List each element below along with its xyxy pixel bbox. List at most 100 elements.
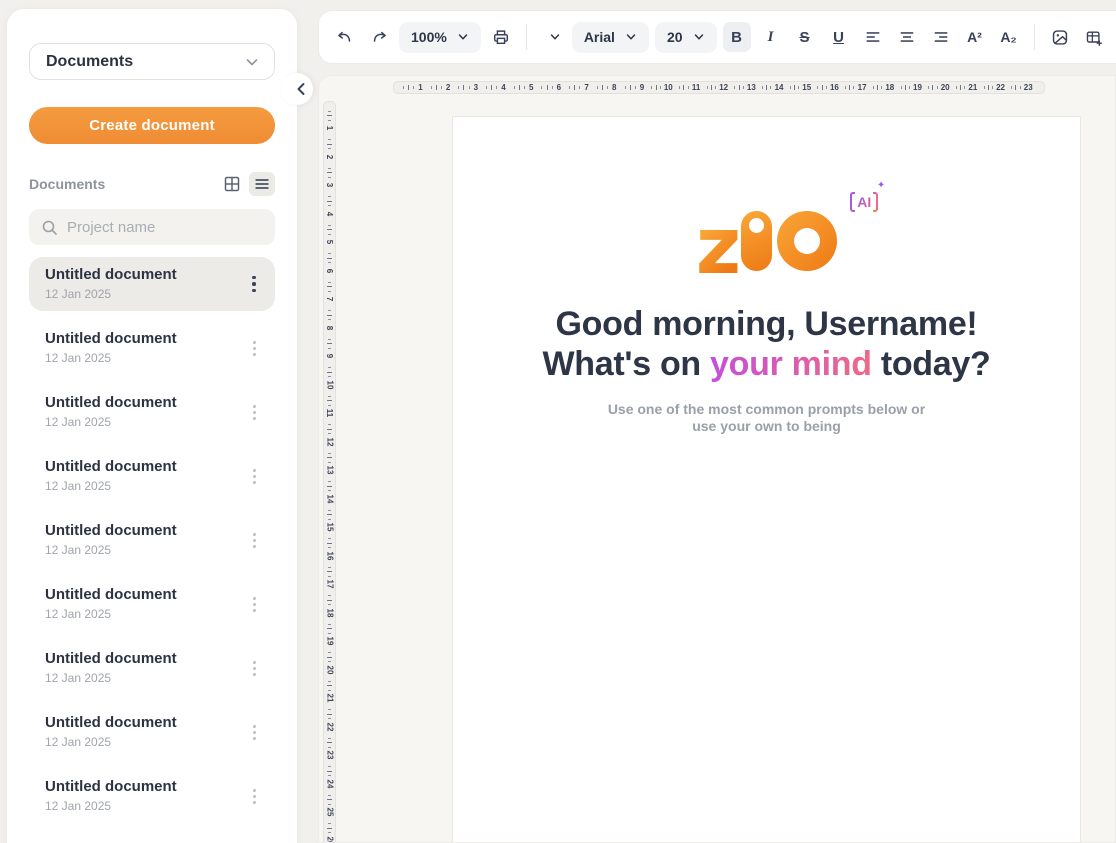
insert-table-button[interactable]	[1080, 22, 1108, 52]
sparkle-icon: ✦	[877, 180, 885, 191]
document-menu-button[interactable]	[243, 330, 265, 366]
document-menu-button[interactable]	[243, 714, 265, 750]
create-document-button[interactable]: Create document	[29, 107, 275, 144]
document-title: Untitled document	[45, 266, 243, 284]
document-menu-button[interactable]	[243, 458, 265, 494]
list-item[interactable]: Untitled document 12 Jan 2025	[29, 641, 275, 695]
font-family-value: Arial	[584, 29, 615, 45]
list-item[interactable]: Untitled document 12 Jan 2025	[29, 513, 275, 567]
document-menu-button[interactable]	[243, 522, 265, 558]
subtitle-line1: Use one of the most common prompts below…	[453, 401, 1080, 418]
list-item[interactable]: Untitled document 12 Jan 2025	[29, 705, 275, 759]
font-family-select[interactable]: Arial	[572, 22, 649, 53]
document-menu-button[interactable]	[243, 650, 265, 686]
document-menu-button[interactable]	[243, 778, 265, 814]
chevron-down-icon	[625, 31, 637, 43]
grid-view-button[interactable]	[219, 172, 245, 196]
document-title: Untitled document	[45, 330, 243, 348]
collapse-sidebar-button[interactable]	[281, 73, 313, 105]
logo-letter-o	[777, 211, 837, 271]
zoom-value: 100%	[411, 29, 447, 45]
redo-button[interactable]	[365, 22, 393, 52]
toolbar-divider	[526, 24, 527, 50]
font-size-select[interactable]: 20	[655, 22, 717, 53]
editor-toolbar: 100% Arial 20 B I S U A² A₂	[318, 10, 1116, 64]
redo-icon	[370, 27, 388, 47]
list-item[interactable]: Untitled document 12 Jan 2025	[29, 577, 275, 631]
image-icon	[1051, 27, 1069, 48]
document-date: 12 Jan 2025	[45, 799, 243, 813]
zoom-select[interactable]: 100%	[399, 22, 481, 53]
documents-section-title: Documents	[29, 176, 215, 192]
sidebar: Documents Create document Documents Unti…	[6, 8, 298, 843]
chevron-down-icon	[244, 54, 260, 70]
document-date: 12 Jan 2025	[45, 415, 243, 429]
search-input[interactable]	[67, 219, 266, 236]
align-left-button[interactable]	[859, 22, 887, 52]
align-right-button[interactable]	[927, 22, 955, 52]
superscript-button[interactable]: A²	[961, 22, 989, 52]
document-title: Untitled document	[45, 586, 243, 604]
table-add-icon	[1085, 27, 1103, 48]
ai-badge-label: AI	[855, 194, 873, 210]
document-menu-button[interactable]	[243, 394, 265, 430]
vertical-ruler: 1234567891011121314151617181920212223242…	[323, 101, 336, 843]
toolbar-divider	[1034, 24, 1035, 50]
undo-icon	[336, 27, 354, 47]
text-color-picker[interactable]	[538, 22, 566, 52]
document-page[interactable]: z AI ✦ Good morning, Username! What's on…	[452, 116, 1081, 843]
bold-button[interactable]: B	[723, 22, 751, 52]
subtitle-line2: use your own to being	[453, 418, 1080, 435]
print-icon	[492, 27, 510, 47]
undo-button[interactable]	[331, 22, 359, 52]
document-menu-button[interactable]	[243, 266, 265, 302]
document-date: 12 Jan 2025	[45, 735, 243, 749]
list-view-icon	[253, 175, 271, 193]
underline-button[interactable]: U	[825, 22, 853, 52]
list-item[interactable]: Untitled document 12 Jan 2025	[29, 257, 275, 311]
logo-letter-i	[741, 211, 772, 271]
italic-button[interactable]: I	[757, 22, 785, 52]
document-title: Untitled document	[45, 458, 243, 476]
greeting-subtitle: Use one of the most common prompts below…	[453, 401, 1080, 435]
align-right-icon	[932, 27, 950, 47]
ai-badge: AI ✦	[847, 187, 881, 217]
print-button[interactable]	[487, 22, 515, 52]
subscript-button[interactable]: A₂	[995, 22, 1023, 52]
zio-logo: z AI ✦	[696, 209, 837, 271]
document-date: 12 Jan 2025	[45, 543, 243, 557]
align-center-icon	[898, 27, 916, 47]
grid-view-icon	[223, 175, 241, 193]
horizontal-ruler: 1234567891011121314151617181920212223	[393, 81, 1045, 94]
document-menu-button[interactable]	[243, 586, 265, 622]
font-size-value: 20	[667, 29, 683, 45]
document-date: 12 Jan 2025	[45, 351, 243, 365]
document-date: 12 Jan 2025	[45, 671, 243, 685]
document-title: Untitled document	[45, 522, 243, 540]
document-search	[29, 209, 275, 245]
list-item[interactable]: Untitled document 12 Jan 2025	[29, 385, 275, 439]
document-title: Untitled document	[45, 778, 243, 796]
strikethrough-button[interactable]: S	[791, 22, 819, 52]
chevron-down-icon	[549, 31, 561, 43]
list-item[interactable]: Untitled document 12 Jan 2025	[29, 449, 275, 503]
greeting-heading: Good morning, Username! What's on your m…	[453, 304, 1080, 384]
ai-badge-right-bracket	[873, 192, 878, 212]
document-list: Untitled document 12 Jan 2025 Untitled d…	[29, 257, 275, 833]
documents-section-header: Documents	[29, 172, 275, 196]
document-date: 12 Jan 2025	[45, 287, 243, 301]
document-date: 12 Jan 2025	[45, 479, 243, 493]
list-view-button[interactable]	[249, 172, 275, 196]
list-item[interactable]: Untitled document 12 Jan 2025	[29, 769, 275, 823]
editor-workspace: 1234567891011121314151617181920212223 12…	[318, 75, 1116, 843]
align-center-button[interactable]	[893, 22, 921, 52]
document-title: Untitled document	[45, 650, 243, 668]
document-date: 12 Jan 2025	[45, 607, 243, 621]
greeting-highlight: your mind	[710, 345, 872, 383]
chevron-down-icon	[693, 31, 705, 43]
align-left-icon	[864, 27, 882, 47]
workspace-selector-dropdown[interactable]: Documents	[29, 43, 275, 80]
document-title: Untitled document	[45, 394, 243, 412]
list-item[interactable]: Untitled document 12 Jan 2025	[29, 321, 275, 375]
insert-image-button[interactable]	[1046, 22, 1074, 52]
